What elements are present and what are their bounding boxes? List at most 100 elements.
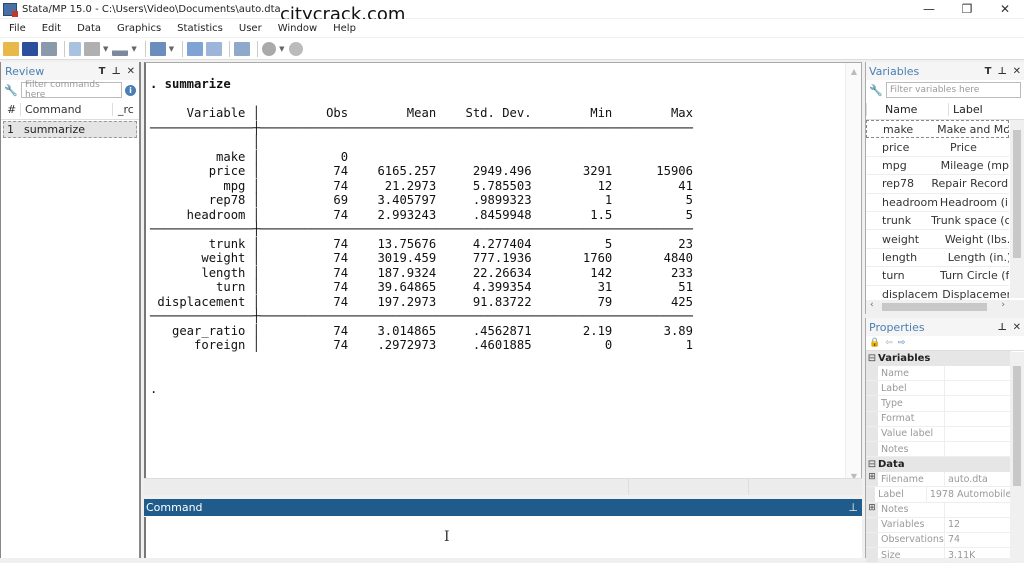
scroll-right-icon[interactable]: › (1001, 300, 1005, 310)
command-input[interactable] (144, 517, 862, 558)
viewer-dropdown-icon[interactable]: ▼ (103, 45, 108, 53)
toolbar-separator (144, 40, 146, 57)
property-row[interactable]: Size 3.11K (866, 548, 1011, 563)
variable-row[interactable]: turn Turn Circle (ft.) (866, 267, 1009, 286)
collapse-icon[interactable]: ⊟ (866, 353, 878, 364)
variable-row[interactable]: weight Weight (lbs.) (866, 230, 1009, 249)
pin-icon[interactable]: ⊥ (997, 322, 1006, 333)
pin-icon[interactable]: ⊥ (997, 66, 1006, 77)
autohide-icon[interactable]: T (985, 66, 992, 77)
command-title-bar: Command ⊥ (144, 499, 862, 516)
close-pane-icon[interactable]: ✕ (1013, 322, 1021, 333)
variable-row[interactable]: rep78 Repair Record 1978 (866, 175, 1009, 194)
property-row[interactable]: Label (866, 381, 1011, 397)
properties-scrollbar[interactable] (1010, 352, 1024, 558)
scroll-left-icon[interactable]: ‹ (870, 300, 874, 310)
property-row[interactable]: Observations 74 (866, 532, 1011, 549)
more-dropdown-icon[interactable]: ▼ (279, 45, 284, 53)
menu-user[interactable]: User (231, 23, 270, 34)
variable-row[interactable]: mpg Mileage (mpg) (866, 157, 1009, 176)
property-row[interactable]: ⊞ Filename auto.dta (866, 472, 1011, 488)
variable-row[interactable]: length Length (in.) (866, 249, 1009, 268)
more-icon[interactable] (262, 41, 277, 56)
property-row[interactable]: Variables 12 (866, 517, 1011, 533)
review-pane: Review T ⊥ ✕ 🔧 Filter commands here i # … (0, 62, 141, 558)
menu-data[interactable]: Data (69, 23, 109, 34)
properties-section-data[interactable]: ⊟ Data (866, 457, 1011, 473)
do-file-editor-icon[interactable] (149, 41, 166, 56)
minimize-button[interactable]: — (910, 0, 948, 18)
property-row[interactable]: ⊞ Notes (866, 502, 1011, 518)
data-editor-icon[interactable] (187, 41, 204, 56)
lock-icon[interactable]: 🔒 (869, 338, 880, 348)
variables-vertical-scrollbar[interactable] (1010, 120, 1024, 298)
property-row[interactable]: Notes (866, 441, 1011, 458)
variable-row[interactable]: price Price (866, 138, 1009, 157)
print-icon[interactable] (41, 41, 57, 56)
collapse-icon[interactable]: ⊟ (866, 459, 878, 470)
property-row[interactable]: Format (866, 411, 1011, 427)
graph-icon[interactable] (112, 41, 129, 56)
menu-edit[interactable]: Edit (34, 23, 69, 34)
column-number[interactable]: # (1, 103, 21, 116)
properties-section-variables[interactable]: ⊟ Variables (866, 351, 1011, 366)
pin-icon[interactable]: ⊥ (848, 501, 858, 514)
column-name[interactable]: Name (866, 103, 948, 116)
info-icon[interactable]: i (125, 84, 136, 96)
variable-row[interactable]: headroomHeadroom (in.) (866, 194, 1009, 212)
command-title: Command (146, 501, 203, 514)
close-button[interactable]: ✕ (986, 0, 1024, 18)
menu-help[interactable]: Help (325, 23, 364, 34)
log-icon[interactable] (69, 41, 81, 56)
column-label[interactable]: Label (948, 103, 983, 116)
property-row[interactable]: Name (866, 366, 1011, 382)
variable-row[interactable]: trunk Trunk space (cu. ft.) (866, 212, 1009, 231)
variable-row[interactable]: make Make and Model (866, 120, 1009, 139)
filter-commands-input[interactable]: Filter commands here (21, 80, 122, 100)
expand-icon[interactable]: ⊞ (866, 502, 878, 517)
variables-pane: Variables T ⊥ ✕ 🔧 Filter variables here … (865, 62, 1024, 314)
open-icon[interactable] (3, 41, 19, 56)
wrench-icon[interactable]: 🔧 (869, 84, 883, 97)
data-browser-icon[interactable] (206, 41, 223, 56)
property-gutter (866, 381, 878, 396)
graph-dropdown-icon[interactable]: ▼ (131, 45, 136, 53)
autohide-icon[interactable]: T (99, 66, 106, 77)
variables-horizontal-scrollbar[interactable]: ‹ › (866, 300, 1024, 314)
variables-title: Variables (869, 64, 920, 78)
column-command[interactable]: Command (21, 103, 113, 116)
expand-icon[interactable]: ⊞ (866, 472, 878, 487)
restore-button[interactable]: ❐ (948, 0, 986, 18)
do-file-dropdown-icon[interactable]: ▼ (169, 45, 174, 53)
section-title: Data (878, 459, 905, 471)
break-icon[interactable] (288, 41, 303, 56)
property-row[interactable]: Label1978 Automobile Data (866, 487, 1011, 503)
back-arrow-icon[interactable]: ⇦ (885, 338, 893, 348)
close-pane-icon[interactable]: ✕ (127, 66, 135, 77)
menu-statistics[interactable]: Statistics (169, 23, 231, 34)
variable-name: weight (882, 232, 920, 246)
wrench-icon[interactable]: 🔧 (4, 84, 18, 97)
variables-manager-icon[interactable] (234, 41, 251, 56)
scrollbar-thumb[interactable] (1013, 130, 1021, 258)
scroll-up-icon[interactable]: ▲ (846, 67, 862, 76)
filter-variables-input[interactable]: Filter variables here (886, 82, 1021, 98)
variable-name: turn (882, 269, 905, 283)
property-row[interactable]: Value label (866, 426, 1011, 442)
viewer-icon[interactable] (84, 41, 100, 56)
menu-file[interactable]: File (0, 23, 34, 34)
forward-arrow-icon[interactable]: ⇨ (898, 338, 906, 348)
scrollbar-thumb[interactable] (882, 303, 987, 311)
menu-graphics[interactable]: Graphics (109, 23, 169, 34)
review-row[interactable]: 1 summarize (3, 121, 137, 138)
menu-window[interactable]: Window (270, 23, 325, 34)
results-scrollbar[interactable]: ▲ ▼ (845, 63, 861, 481)
save-icon[interactable] (22, 41, 38, 56)
close-pane-icon[interactable]: ✕ (1013, 66, 1021, 77)
property-row[interactable]: Type (866, 396, 1011, 412)
column-rc[interactable]: _rc (113, 103, 134, 116)
scrollbar-thumb[interactable] (1013, 366, 1021, 486)
pin-icon[interactable]: ⊥ (111, 66, 120, 77)
results-table-row: foreign │ 74 .2972973 .4601885 0 1 (150, 338, 693, 352)
